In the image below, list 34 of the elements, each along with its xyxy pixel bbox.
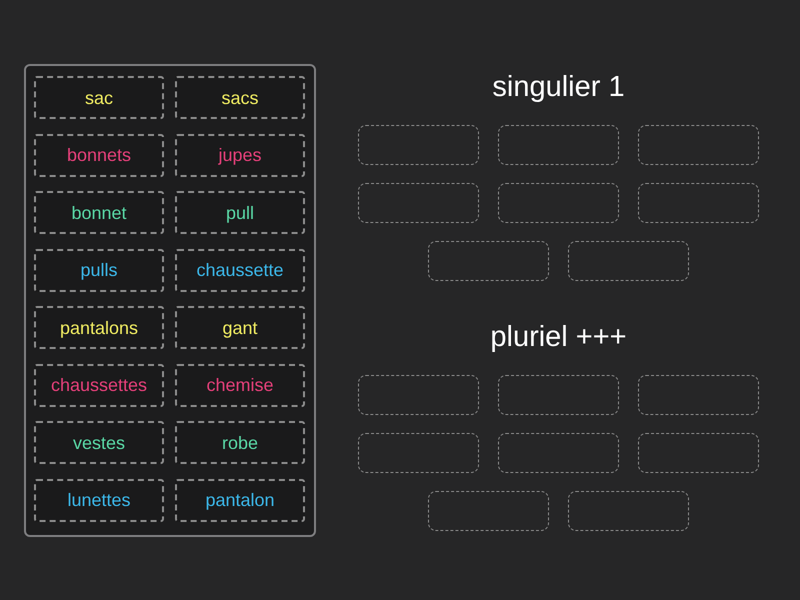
- word-tile[interactable]: pantalons: [34, 306, 164, 349]
- word-tile[interactable]: bonnet: [34, 191, 164, 234]
- word-tile[interactable]: jupes: [175, 134, 305, 176]
- word-tile[interactable]: vestes: [34, 421, 164, 464]
- drop-slot[interactable]: [428, 241, 549, 281]
- word-tile[interactable]: chaussette: [175, 248, 305, 292]
- drop-slot[interactable]: [498, 433, 619, 473]
- group-title: singulier 1: [492, 70, 625, 105]
- group-title: pluriel +++: [490, 320, 627, 355]
- word-tile[interactable]: bonnets: [34, 134, 164, 176]
- word-tile[interactable]: sacs: [175, 76, 305, 119]
- drop-slot[interactable]: [638, 433, 759, 473]
- drop-slot[interactable]: [498, 375, 619, 415]
- word-tile[interactable]: gant: [175, 306, 305, 349]
- drop-slot[interactable]: [428, 491, 549, 531]
- word-tile[interactable]: pantalon: [175, 478, 305, 522]
- drop-slot[interactable]: [498, 125, 619, 165]
- drop-slot[interactable]: [358, 433, 479, 473]
- word-tile[interactable]: chaussettes: [34, 364, 164, 406]
- drop-slot[interactable]: [358, 183, 479, 223]
- word-tile[interactable]: pulls: [34, 248, 164, 292]
- drop-slot[interactable]: [638, 183, 759, 223]
- drop-slot[interactable]: [568, 241, 689, 281]
- drop-slot[interactable]: [358, 125, 479, 165]
- drop-slot[interactable]: [638, 375, 759, 415]
- drop-slot[interactable]: [568, 491, 689, 531]
- word-tile[interactable]: pull: [175, 191, 305, 234]
- word-tile[interactable]: sac: [34, 76, 164, 119]
- word-tile[interactable]: robe: [175, 421, 305, 464]
- drop-slot[interactable]: [498, 183, 619, 223]
- word-tile[interactable]: chemise: [175, 364, 305, 406]
- drop-slot[interactable]: [638, 125, 759, 165]
- drop-slot[interactable]: [358, 375, 479, 415]
- word-tile[interactable]: lunettes: [34, 478, 164, 522]
